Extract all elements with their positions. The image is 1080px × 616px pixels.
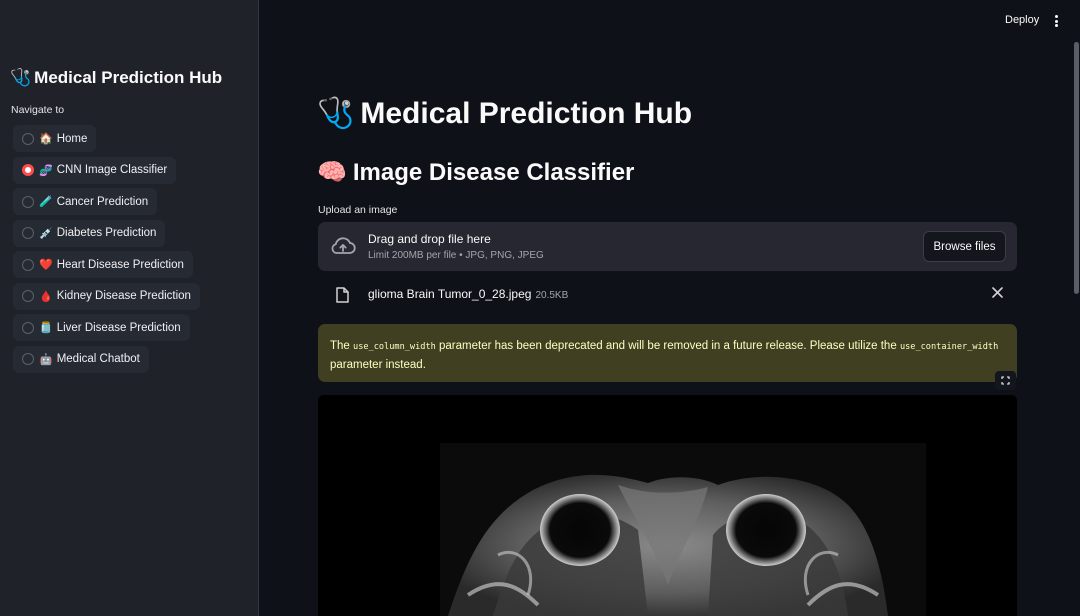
sidebar-item-0[interactable]: 🏠 Home <box>13 125 97 152</box>
browse-files-button[interactable]: Browse files <box>923 231 1006 262</box>
deploy-button[interactable]: Deploy <box>1005 14 1039 26</box>
section-title-text: Image Disease Classifier <box>352 158 635 186</box>
sidebar-item-label: Kidney Disease Prediction <box>56 290 191 302</box>
radio-button[interactable] <box>22 227 34 239</box>
deprecation-warning: The use_column_width parameter has been … <box>318 324 1017 382</box>
file-name-line: glioma Brain Tumor_0_28.jpeg 20.5KB <box>368 287 568 301</box>
sidebar-item-5[interactable]: 🩸 Kidney Disease Prediction <box>13 282 200 310</box>
mri-scan-image <box>318 395 1017 616</box>
file-size: 20.5KB <box>535 290 569 301</box>
nav-item-icon: 🧬 <box>39 164 53 177</box>
radio-button[interactable] <box>22 195 34 208</box>
sidebar-item-3[interactable]: 💉 Diabetes Prediction <box>13 219 166 247</box>
radio-button[interactable] <box>22 164 34 176</box>
file-dropzone[interactable]: Drag and drop file here Limit 200MB per … <box>318 222 1017 271</box>
cloud-upload-icon <box>331 237 356 254</box>
stethoscope-icon: 🩺 <box>10 68 32 87</box>
sidebar-item-2[interactable]: 🧪 Cancer Prediction <box>13 188 158 215</box>
expand-icon <box>1001 376 1010 385</box>
warning-text-1: The <box>330 340 354 352</box>
sidebar-item-6[interactable]: 🫙 Liver Disease Prediction <box>13 314 190 341</box>
stethoscope-icon: 🩺 <box>317 97 355 130</box>
uploaded-file: glioma Brain Tumor_0_28.jpeg 20.5KB <box>318 282 1017 308</box>
sidebar-item-label: Home <box>56 132 88 145</box>
radio-button[interactable] <box>22 321 34 334</box>
radio-button[interactable] <box>22 132 34 145</box>
nav-item-icon: 💉 <box>39 227 53 240</box>
sidebar-item-7[interactable]: 🤖 Medical Chatbot <box>13 345 149 373</box>
dropzone-instructions: Drag and drop file here <box>368 232 491 246</box>
sidebar-item-label: Cancer Prediction <box>56 195 149 208</box>
nav-item-icon: 🫙 <box>39 322 53 334</box>
nav-item-icon: 🏠 <box>39 133 53 145</box>
brain-icon: 🧠 <box>317 159 347 186</box>
sidebar-item-label: Heart Disease Prediction <box>56 258 184 271</box>
nav-radio-group: 🏠 Home 🧬 CNN Image Classifier 🧪 Cancer Predic… <box>13 125 200 377</box>
page-title-text: Medical Prediction Hub <box>360 96 693 130</box>
section-title: 🧠 Image Disease Classifier <box>317 158 634 187</box>
radio-button[interactable] <box>22 290 34 302</box>
upload-label: Upload an image <box>318 204 398 216</box>
radio-button[interactable] <box>22 353 34 365</box>
sidebar-item-1[interactable]: 🧬 CNN Image Classifier <box>13 156 177 184</box>
dropzone-limits: Limit 200MB per file • JPG, PNG, JPEG <box>368 250 544 261</box>
file-icon <box>336 287 349 303</box>
sidebar-title-text: Medical Prediction Hub <box>34 68 223 87</box>
warning-text-3: parameter instead. <box>330 359 426 371</box>
warning-code-1: use_column_width <box>353 342 436 352</box>
radio-button[interactable] <box>22 258 34 271</box>
file-name: glioma Brain Tumor_0_28.jpeg <box>368 287 532 301</box>
sidebar-item-4[interactable]: ❤️ Heart Disease Prediction <box>13 251 193 278</box>
warning-code-2: use_container_width <box>899 342 999 352</box>
sidebar-item-label: Medical Chatbot <box>56 353 140 365</box>
sidebar-item-label: CNN Image Classifier <box>56 164 168 176</box>
uploaded-mri-image <box>318 395 1017 616</box>
warning-text-2: parameter has been deprecated and will b… <box>435 340 900 352</box>
nav-item-icon: 🧪 <box>39 196 53 208</box>
main-menu-icon[interactable] <box>1052 14 1060 28</box>
fullscreen-button[interactable] <box>995 371 1016 390</box>
sidebar: 🩺 Medical Prediction Hub Navigate to 🏠 Ho… <box>0 0 259 616</box>
scrollbar[interactable] <box>1074 42 1079 294</box>
sidebar-title: 🩺 Medical Prediction Hub <box>10 68 222 88</box>
nav-item-icon: ❤️ <box>39 259 53 271</box>
nav-item-icon: 🩸 <box>39 290 53 303</box>
nav-label: Navigate to <box>11 104 65 116</box>
sidebar-item-label: Liver Disease Prediction <box>56 321 181 334</box>
close-icon[interactable] <box>992 287 1003 298</box>
page-title: 🩺 Medical Prediction Hub <box>317 96 692 131</box>
nav-item-icon: 🤖 <box>39 353 53 366</box>
sidebar-item-label: Diabetes Prediction <box>56 227 157 239</box>
